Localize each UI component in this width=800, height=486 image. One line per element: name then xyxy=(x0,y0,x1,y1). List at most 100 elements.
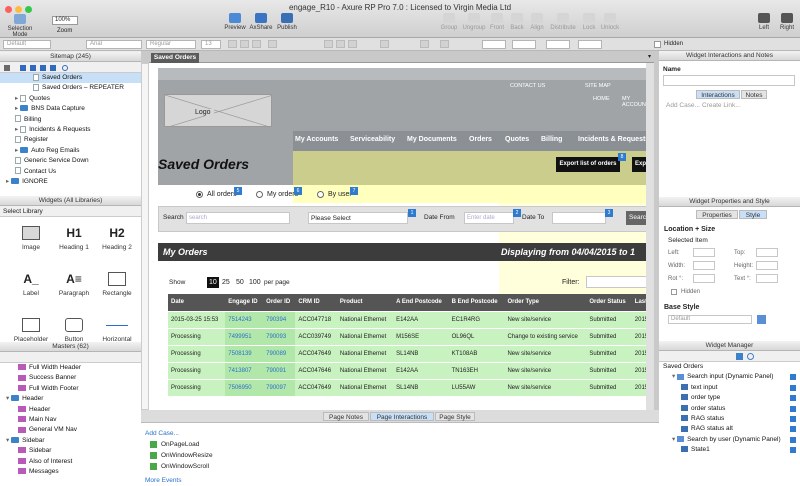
filter-input[interactable] xyxy=(586,276,654,288)
table-row[interactable]: Processing 7506950 790097 ACC047649 National… xyxy=(168,378,654,396)
selection-mode-button[interactable]: Selection Mode xyxy=(0,14,40,38)
widget-visibility-icon[interactable] xyxy=(790,374,796,381)
master-item[interactable]: General VM Nav xyxy=(0,425,141,435)
y-field[interactable] xyxy=(512,40,536,49)
table-cell[interactable]: 790091 xyxy=(263,361,296,379)
table-row[interactable]: Processing 7499951 790093 ACC039749 National… xyxy=(168,327,654,345)
rotation-input[interactable] xyxy=(693,274,715,283)
master-item[interactable]: Full Width Header xyxy=(0,363,141,373)
font-size-select[interactable]: 13 xyxy=(201,40,221,49)
line-color-icon[interactable] xyxy=(420,40,429,48)
widget-placeholder[interactable]: Placeholder xyxy=(12,314,50,343)
widget-visibility-icon[interactable] xyxy=(790,415,796,422)
edit-style-icon[interactable] xyxy=(757,315,766,324)
filter-icon[interactable] xyxy=(736,353,743,360)
nav-item[interactable]: Incidents & Requests xyxy=(578,136,649,143)
arrow-down-icon[interactable] xyxy=(30,65,36,71)
column-header[interactable]: Engage ID xyxy=(225,294,264,311)
radio-my-orders[interactable] xyxy=(256,191,263,198)
widget-rectangle[interactable]: Rectangle xyxy=(98,268,136,297)
column-header[interactable]: A End Postcode xyxy=(393,294,449,311)
left-panel-toggle[interactable]: Left xyxy=(752,13,776,31)
height-input[interactable] xyxy=(756,261,778,270)
table-cell[interactable]: 7499951 xyxy=(225,327,264,345)
widget-manager-item[interactable]: order status xyxy=(659,404,800,414)
widget-visibility-icon[interactable] xyxy=(790,405,796,412)
widget-visibility-icon[interactable] xyxy=(790,384,796,391)
link-home[interactable]: HOME xyxy=(593,96,610,102)
h-field[interactable] xyxy=(578,40,602,49)
table-row[interactable]: Processing 7508139 790089 ACC047649 National… xyxy=(168,344,654,362)
link-contact-us[interactable]: CONTACT US xyxy=(510,83,545,89)
widget-manager-item[interactable]: Saved Orders xyxy=(659,362,800,372)
arrow-up-icon[interactable] xyxy=(20,65,26,71)
sitemap-item[interactable]: ▸ Auto Reg Emails xyxy=(0,146,141,156)
export-orders-button[interactable]: Export list of orders xyxy=(556,157,620,172)
page-size-100[interactable]: 100 xyxy=(249,279,261,286)
canvas-scrollbar[interactable] xyxy=(646,63,654,410)
more-events-link[interactable]: More Events xyxy=(145,477,182,484)
w-field[interactable] xyxy=(546,40,570,49)
table-row[interactable]: Processing 7413807 790091 ACC047646 National… xyxy=(168,361,654,379)
master-item[interactable]: Messages xyxy=(0,467,141,477)
sitemap-item[interactable]: Contact Us xyxy=(0,167,141,177)
widget-visibility-icon[interactable] xyxy=(790,436,796,443)
tab-page-style[interactable]: Page Style xyxy=(435,412,475,421)
master-item[interactable]: Header xyxy=(0,405,141,415)
radio-all-orders[interactable] xyxy=(196,191,203,198)
widget-paragraph[interactable]: A≡ Paragraph xyxy=(55,268,93,297)
align-left-icon[interactable] xyxy=(324,40,333,48)
top-input[interactable] xyxy=(756,248,778,257)
hidden-checkbox[interactable] xyxy=(654,41,661,48)
widget-heading-1[interactable]: H1 Heading 1 xyxy=(55,222,93,251)
hidden-checkbox[interactable] xyxy=(671,289,677,295)
search-icon[interactable] xyxy=(747,353,754,360)
tab-interactions[interactable]: Interactions xyxy=(696,90,740,99)
date-to-input[interactable] xyxy=(552,212,606,224)
master-item[interactable]: Sidebar xyxy=(0,446,141,456)
widget-manager-item[interactable]: order type xyxy=(659,393,800,403)
x-field[interactable] xyxy=(482,40,506,49)
table-cell[interactable]: 7514243 xyxy=(225,310,264,328)
page-event[interactable]: OnWindowResize xyxy=(150,450,213,461)
column-header[interactable]: Order ID xyxy=(263,294,296,311)
widget-manager-item[interactable]: ▾ Search input (Dynamic Panel) xyxy=(659,372,800,382)
align-center-icon[interactable] xyxy=(336,40,345,48)
widget-visibility-icon[interactable] xyxy=(790,426,796,433)
font-color-icon[interactable] xyxy=(268,40,277,48)
search-icon[interactable] xyxy=(62,65,68,71)
add-case-link[interactable]: Add Case... xyxy=(666,102,700,109)
bold-icon[interactable] xyxy=(228,40,237,48)
nav-item[interactable]: Billing xyxy=(541,136,562,143)
sitemap-item[interactable]: Saved Orders xyxy=(0,73,141,84)
line-width-icon[interactable] xyxy=(440,40,449,48)
page-size-50[interactable]: 50 xyxy=(236,279,244,286)
widget-manager-item[interactable]: RAG status xyxy=(659,414,800,424)
table-cell[interactable]: 7508139 xyxy=(225,344,264,362)
sitemap-item[interactable]: ▸ Incidents & Requests xyxy=(0,125,141,135)
master-item[interactable]: Also of Interest xyxy=(0,457,141,467)
page-event[interactable]: OnWindowScroll xyxy=(150,461,213,472)
table-cell[interactable]: 790089 xyxy=(263,344,296,362)
zoom-select[interactable]: 100% xyxy=(52,16,78,25)
table-cell[interactable]: 7506950 xyxy=(225,378,264,396)
widget-heading-2[interactable]: H2 Heading 2 xyxy=(98,222,136,251)
column-header[interactable]: Order Status xyxy=(586,294,632,311)
column-header[interactable]: Order Type xyxy=(504,294,587,311)
nav-item[interactable]: My Accounts xyxy=(295,136,338,143)
tab-page-interactions[interactable]: Page Interactions xyxy=(370,412,434,421)
widget-visibility-icon[interactable] xyxy=(790,447,796,454)
sitemap-item[interactable]: Billing xyxy=(0,115,141,125)
tab-notes[interactable]: Notes xyxy=(741,90,767,99)
base-style-select[interactable]: Default xyxy=(668,315,752,324)
widget-manager-item[interactable]: State1 xyxy=(659,445,800,455)
page-size-10[interactable]: 10 xyxy=(207,277,219,288)
add-case-link[interactable]: Add Case... xyxy=(145,430,179,437)
right-panel-toggle[interactable]: Right xyxy=(775,13,799,31)
master-item[interactable]: Main Nav xyxy=(0,415,141,425)
nav-item[interactable]: Serviceability xyxy=(350,136,395,143)
sitemap-item[interactable]: ▸ Quotes xyxy=(0,94,141,104)
sitemap-item[interactable]: Generic Service Down xyxy=(0,156,141,166)
widget-manager-item[interactable]: ▾ Search by user (Dynamic Panel) xyxy=(659,435,800,445)
sitemap-item[interactable]: Register xyxy=(0,135,141,145)
